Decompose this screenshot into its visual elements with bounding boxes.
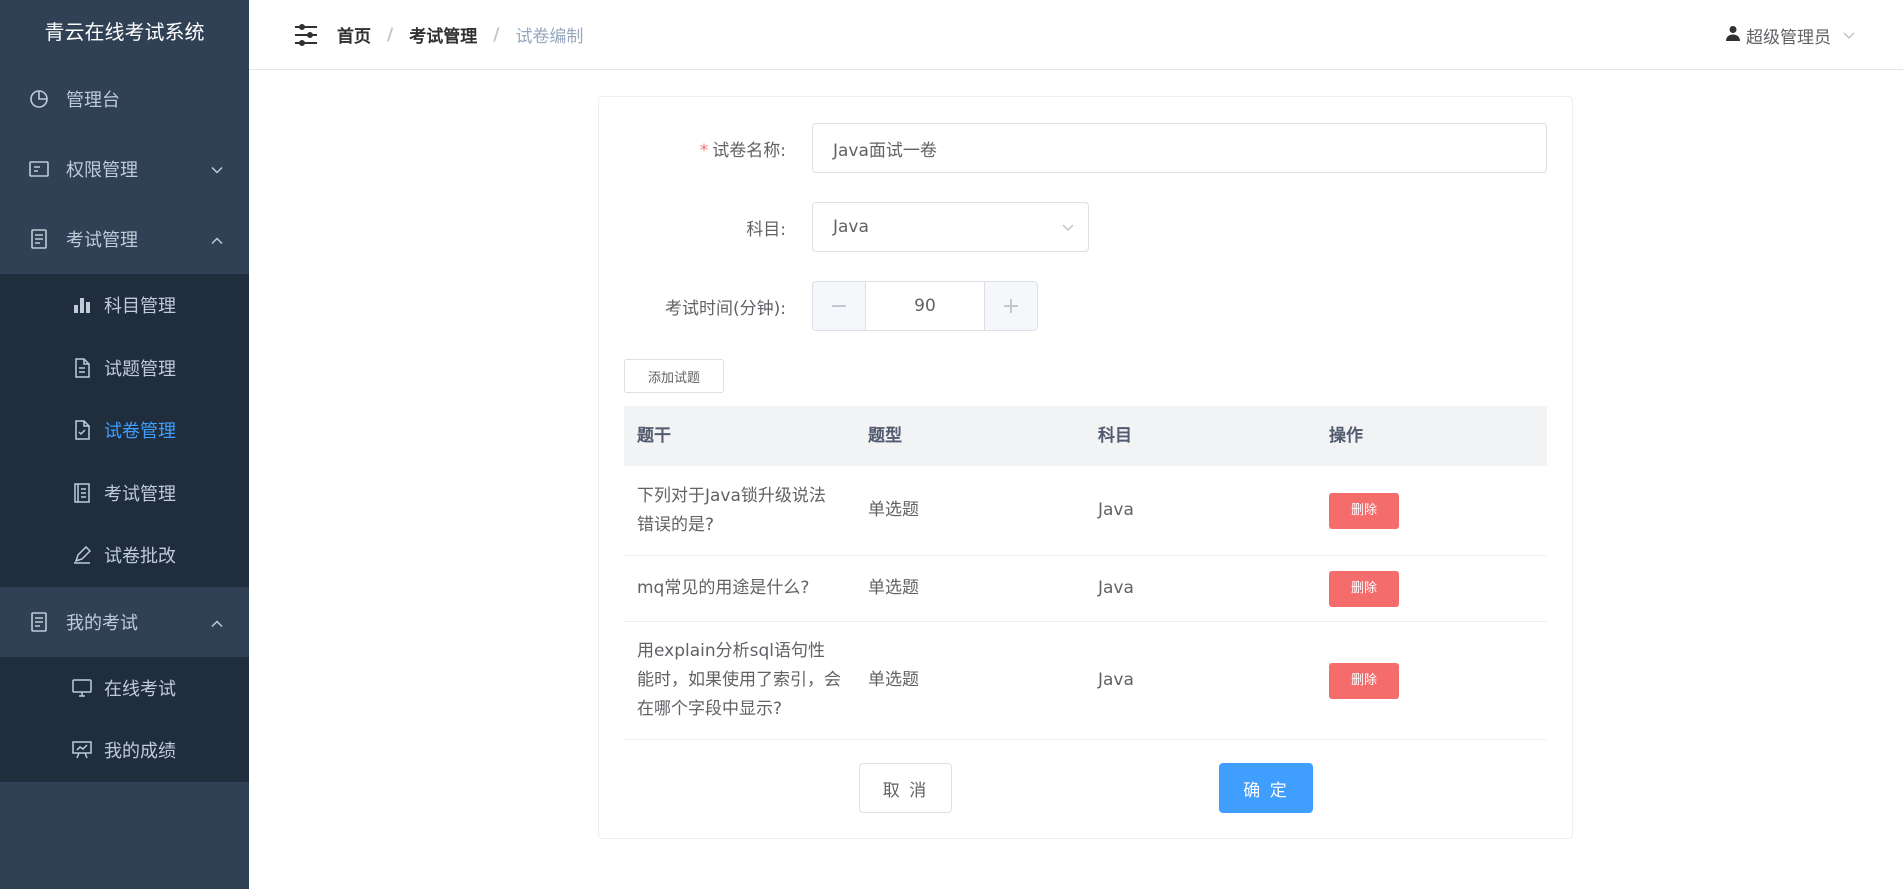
pen-icon	[72, 545, 92, 565]
sidebar-item-dashboard[interactable]: 管理台	[0, 64, 249, 134]
table-header: 题干 题型 科目 操作	[624, 406, 1547, 466]
sidebar-item-grading[interactable]: 试卷批改	[0, 524, 249, 587]
column-header: 科目	[1098, 425, 1132, 446]
column-header: 题干	[637, 425, 671, 446]
question-type: 单选题	[868, 500, 919, 520]
required-mark: *	[699, 140, 709, 161]
time-stepper[interactable]: − 90 +	[812, 281, 1038, 331]
question-subject: Java	[1098, 670, 1134, 690]
delete-button[interactable]: 删除	[1329, 570, 1399, 607]
question-subject: Java	[1098, 500, 1134, 520]
chevron-down-icon	[211, 159, 223, 180]
sidebar-item-papers[interactable]: 试卷管理	[0, 399, 249, 462]
sidebar-item-label: 试卷批改	[104, 546, 176, 568]
increment-button[interactable]: +	[985, 282, 1037, 330]
subject-value: Java	[833, 217, 869, 237]
form-row-subject: 科目: Java	[599, 202, 1089, 252]
document-icon	[28, 228, 50, 250]
subject-select[interactable]: Java	[812, 202, 1089, 252]
sidebar-item-my-scores[interactable]: 我的成绩	[0, 719, 249, 782]
exam-submenu: 科目管理 试题管理 试卷管理 考试管理 试卷批改	[0, 274, 249, 587]
breadcrumb-exam-management[interactable]: 考试管理	[409, 22, 477, 47]
decrement-button[interactable]: −	[813, 282, 865, 330]
sidebar-item-permissions[interactable]: 权限管理	[0, 134, 249, 204]
time-value[interactable]: 90	[865, 282, 985, 330]
form-label: * 试卷名称:	[599, 136, 812, 161]
breadcrumb-current: 试卷编制	[515, 27, 584, 47]
add-question-button[interactable]: 添加试题	[624, 359, 724, 393]
sidebar-item-exams[interactable]: 考试管理	[0, 462, 249, 525]
my-exam-submenu: 在线考试 我的成绩	[0, 656, 249, 782]
file-check-icon	[72, 420, 92, 440]
sidebar-item-label: 考试管理	[66, 230, 138, 251]
name-label: 试卷名称:	[712, 140, 786, 161]
confirm-button[interactable]: 确 定	[1219, 763, 1313, 813]
presentation-icon	[72, 740, 92, 760]
user-name: 超级管理员	[1746, 27, 1831, 48]
chevron-down-icon	[1062, 217, 1074, 237]
breadcrumb-separator: /	[493, 24, 500, 45]
paper-name-value: Java面试一卷	[833, 140, 937, 161]
question-stem: 下列对于Java锁升级说法错误的是?	[637, 485, 826, 535]
sidebar-item-label: 试题管理	[104, 358, 176, 380]
table-row: 用explain分析sql语句性能时，如果使用了索引，会在哪个字段中显示? 单选…	[624, 622, 1547, 740]
column-header: 题型	[868, 425, 902, 446]
question-stem: 用explain分析sql语句性能时，如果使用了索引，会在哪个字段中显示?	[637, 641, 841, 719]
breadcrumb-home[interactable]: 首页	[337, 22, 371, 47]
app-title: 青云在线考试系统	[44, 20, 205, 44]
form-row-time: 考试时间(分钟): − 90 +	[599, 281, 1038, 331]
questions-table: 题干 题型 科目 操作 下列对于Java锁升级说法错误的是? 单选题 Java …	[624, 406, 1547, 740]
question-type: 单选题	[868, 578, 919, 598]
delete-button[interactable]: 删除	[1329, 492, 1399, 529]
cancel-button[interactable]: 取 消	[859, 763, 952, 813]
question-type: 单选题	[868, 670, 919, 690]
form-row-name: * 试卷名称: Java面试一卷	[599, 123, 1547, 173]
column-header: 操作	[1329, 425, 1363, 446]
bar-chart-icon	[72, 295, 92, 315]
sidebar-item-label: 我的考试	[66, 612, 138, 634]
delete-button[interactable]: 删除	[1329, 662, 1399, 699]
time-label: 考试时间(分钟):	[665, 298, 786, 319]
sidebar-item-label: 管理台	[66, 90, 120, 111]
id-card-icon	[28, 158, 50, 180]
breadcrumb: 首页 / 考试管理 / 试卷编制	[337, 22, 584, 48]
breadcrumb-separator: /	[387, 24, 394, 45]
sidebar-item-label: 我的成绩	[104, 741, 176, 763]
top-header: 首页 / 考试管理 / 试卷编制 超级管理员	[249, 0, 1903, 70]
paper-name-input[interactable]: Java面试一卷	[812, 123, 1547, 173]
hamburger-icon[interactable]	[293, 22, 319, 48]
sidebar-item-questions[interactable]: 试题管理	[0, 337, 249, 400]
action-cell: 删除	[1316, 492, 1547, 529]
sidebar-item-label: 权限管理	[66, 160, 138, 181]
chevron-down-icon	[1843, 25, 1855, 45]
document-icon	[28, 611, 50, 633]
question-subject: Java	[1098, 578, 1134, 598]
monitor-icon	[72, 678, 92, 698]
sidebar-item-subjects[interactable]: 科目管理	[0, 274, 249, 337]
table-row: 下列对于Java锁升级说法错误的是? 单选题 Java 删除	[624, 466, 1547, 556]
sidebar-item-online-exam[interactable]: 在线考试	[0, 657, 249, 720]
pie-chart-icon	[28, 88, 50, 110]
sidebar-item-my-exams[interactable]: 我的考试	[0, 587, 249, 657]
action-cell: 删除	[1316, 662, 1547, 699]
sidebar-item-label: 科目管理	[104, 296, 176, 318]
file-text-icon	[72, 358, 92, 378]
sidebar-item-label: 考试管理	[104, 483, 176, 505]
chevron-up-icon	[211, 611, 223, 632]
chevron-up-icon	[211, 229, 223, 250]
sidebar-item-exam-management[interactable]: 考试管理	[0, 204, 249, 274]
table-row: mq常见的用途是什么? 单选题 Java 删除	[624, 556, 1547, 622]
user-icon	[1726, 25, 1740, 46]
notebook-icon	[72, 483, 92, 503]
sidebar-item-label: 在线考试	[104, 678, 176, 700]
action-cell: 删除	[1316, 570, 1547, 607]
subject-label: 科目:	[746, 219, 786, 240]
paper-edit-card: * 试卷名称: Java面试一卷 科目: Java 考试时间(分钟): − 90 …	[598, 96, 1573, 839]
question-stem: mq常见的用途是什么?	[637, 578, 810, 598]
user-menu[interactable]: 超级管理员	[1726, 0, 1855, 70]
sidebar-item-label: 试卷管理	[104, 421, 176, 443]
sidebar: 青云在线考试系统 管理台 权限管理 考试管理 科目管理 试题管理 试卷管理 考试…	[0, 0, 249, 889]
